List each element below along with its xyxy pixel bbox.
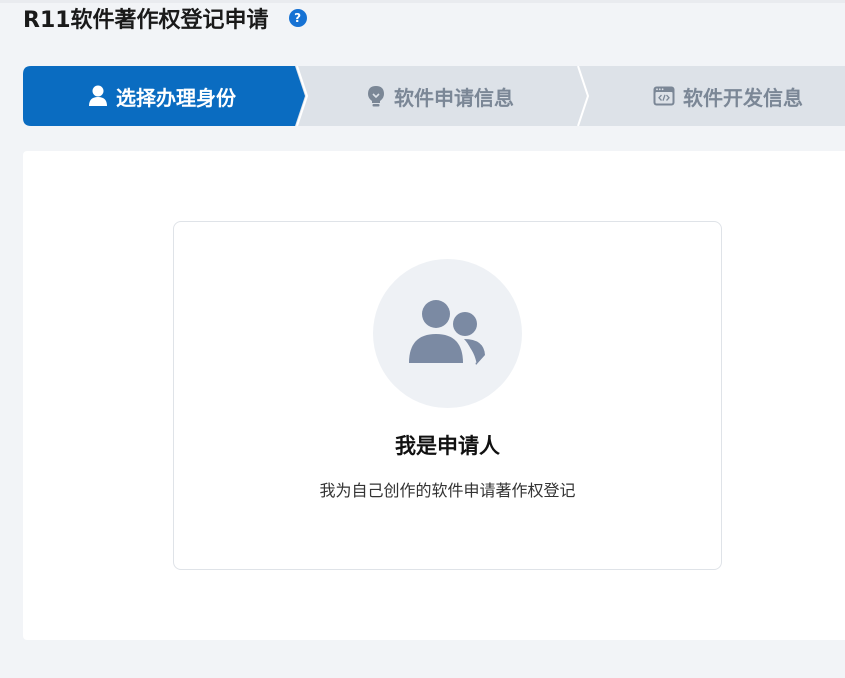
applicant-identity-card[interactable]: 我是申请人 我为自己创作的软件申请著作权登记: [173, 221, 722, 570]
step-label: 选择办理身份: [116, 85, 236, 110]
lightbulb-icon: [366, 85, 386, 107]
main-content-panel: 我是申请人 我为自己创作的软件申请著作权登记: [23, 151, 845, 640]
users-icon: [408, 299, 488, 369]
page-header: R11软件著作权登记申请 ?: [23, 1, 307, 35]
code-window-icon: [653, 86, 675, 106]
step-software-application-info[interactable]: 软件申请信息: [305, 66, 575, 126]
step-progress-bar: 选择办理身份 软件申请信息 软件开发信息: [23, 66, 845, 126]
step-label: 软件申请信息: [394, 85, 514, 110]
step-label: 软件开发信息: [683, 85, 803, 110]
page-title: R11软件著作权登记申请: [23, 8, 269, 33]
help-icon-glyph: ?: [294, 11, 302, 25]
card-description: 我为自己创作的软件申请著作权登记: [319, 481, 576, 500]
user-icon: [88, 85, 108, 107]
avatar: [373, 259, 522, 408]
step-software-development-info[interactable]: 软件开发信息: [579, 66, 845, 126]
question-circle-icon[interactable]: ?: [288, 9, 307, 27]
card-title: 我是申请人: [395, 434, 500, 458]
step-select-identity[interactable]: 选择办理身份: [23, 66, 301, 126]
